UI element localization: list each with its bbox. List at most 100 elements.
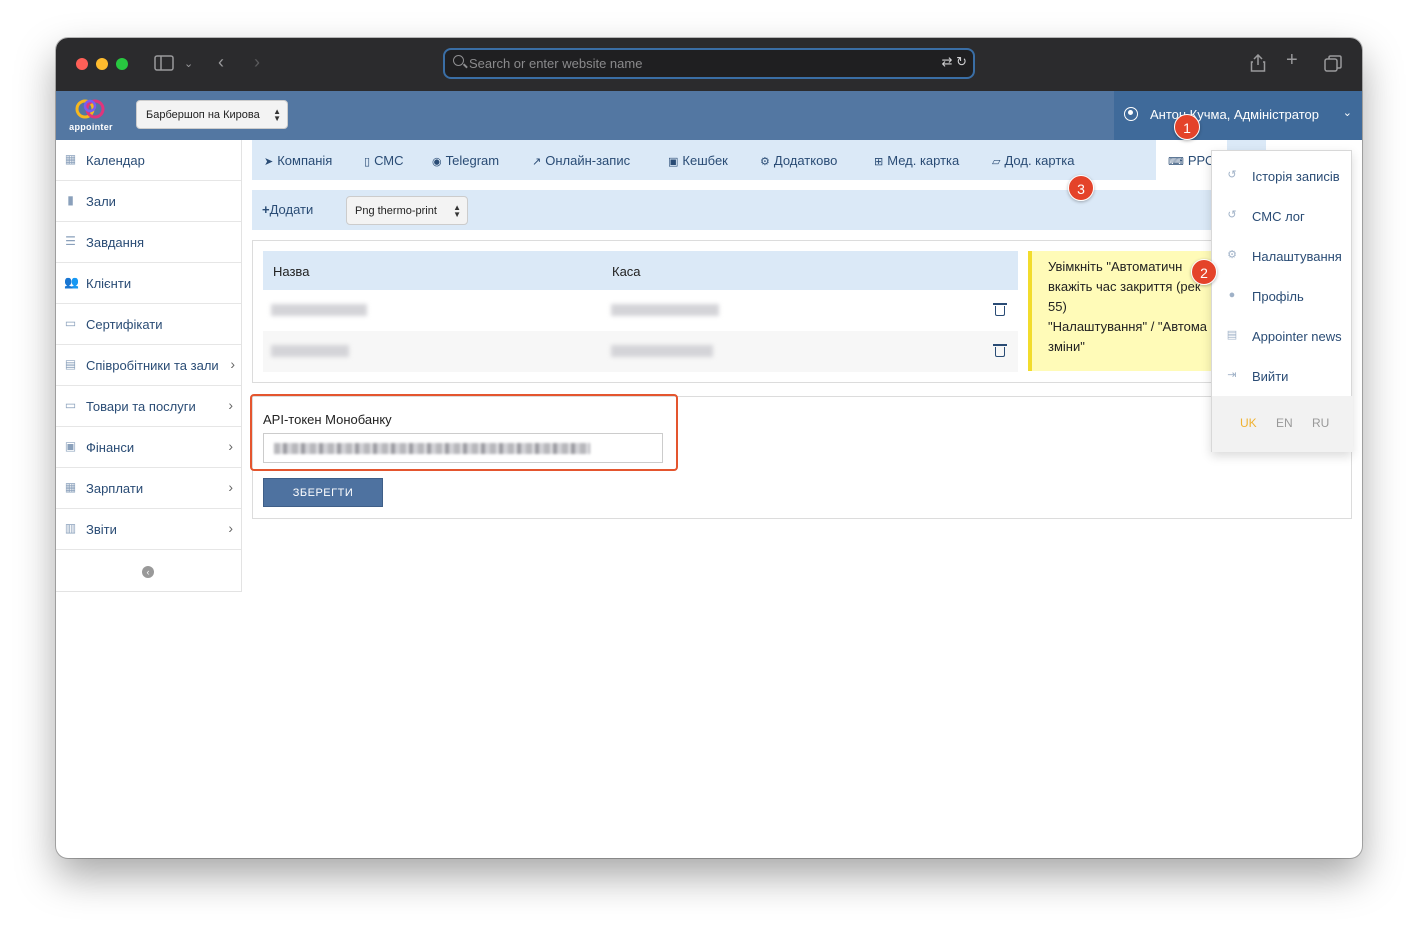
sidebar-item-certificates[interactable]: ▭ Сертифікати [56,304,241,345]
menu-item-label: Налаштування [1252,249,1342,264]
folder-open-icon: ▱ [992,156,1001,168]
tab-company[interactable]: ➤ Компанія [264,140,332,180]
tab-extra-card[interactable]: ▱ Дод. картка [992,140,1074,180]
branch-select[interactable]: Барбершоп на Кирова ▲ ▼ [136,100,288,129]
sidebar-toggle-icon[interactable] [154,55,174,75]
close-window-button[interactable] [76,58,88,70]
redacted-name: xxxx [271,345,349,357]
redacted-cashbox: xxxx [611,304,719,316]
menu-item-sms-log[interactable]: ↺ СМС лог [1212,196,1353,236]
info-notice: Увімкніть "Автоматичн вкажіть час закрит… [1028,251,1218,371]
table-header: Назва Каса [263,251,1018,290]
address-bar[interactable]: ⇄ ↻ [443,48,975,79]
sidebar-item-goods[interactable]: ▭ Товари та послуги › [56,386,241,427]
history-icon: ↺ [1227,209,1237,221]
sidebar-item-calendar[interactable]: ▦ Календар [56,140,241,181]
address-input[interactable] [469,53,909,73]
sidebar-item-label: Співробітники та зали [86,358,219,373]
tab-online-booking[interactable]: ↗ Онлайн-запис [532,140,630,180]
table-row[interactable]: xxxx xxxx [263,331,1018,372]
tab-label: Мед. картка [887,153,960,168]
tab-cashback[interactable]: ▣ Кешбек [668,140,728,180]
callout-badge-1: 1 [1174,114,1200,140]
collapse-sidebar-icon[interactable]: ‹ [142,566,154,578]
chevron-right-icon: › [228,397,233,413]
calculator-icon: ▦ [64,480,77,494]
settings-tabs: ➤ Компанія ▯ СМС ◉ Telegram ↗ Онлайн-запис ▣… [252,140,1266,180]
column-header-cashbox: Каса [612,264,641,279]
add-button-label: Додати [269,202,314,217]
plus-icon: + [262,202,270,217]
add-button[interactable]: +Додати [262,202,313,217]
tab-label: Онлайн-запис [545,153,631,168]
sidebar-item-halls[interactable]: ▮ Зали [56,181,241,222]
notice-line: "Налаштування" / "Автома [1048,319,1208,334]
gears-icon: ⚙ [1227,249,1237,261]
user-menu-toggle[interactable]: Антон Кучма, Адміністратор ⌄ [1114,91,1362,140]
chevron-down-icon: ⌄ [1342,107,1352,119]
forward-icon[interactable]: › [254,53,260,71]
chevron-right-icon: › [230,356,235,372]
table-row[interactable]: xxxx xxxx [263,290,1018,331]
menu-item-settings[interactable]: ⚙ Налаштування [1212,236,1353,276]
tab-telegram[interactable]: ◉ Telegram [432,140,499,180]
share-icon[interactable] [1250,53,1266,76]
select-arrows-icon: ▲ ▼ [273,107,281,123]
menu-item-news[interactable]: ▤ Appointer news [1212,316,1353,356]
mobile-icon: ▯ [364,156,371,168]
translate-icon[interactable]: ⇄ ↻ [942,54,967,70]
tab-sms[interactable]: ▯ СМС [364,140,404,180]
sidebar-item-label: Календар [86,153,145,168]
sidebar-item-finance[interactable]: ▣ Фінанси › [56,427,241,468]
new-tab-icon[interactable]: + [1286,50,1298,70]
trash-icon[interactable] [993,343,1007,357]
back-icon[interactable]: ‹ [218,53,224,71]
search-icon [453,55,464,66]
sidebar-item-salaries[interactable]: ▦ Зарплати › [56,468,241,509]
select-arrows-icon: ▲ ▼ [453,203,461,219]
user-icon: ● [1228,289,1236,301]
menu-item-label: СМС лог [1252,209,1305,224]
callout-badge-3: 3 [1068,175,1094,201]
minimize-window-button[interactable] [96,58,108,70]
menu-item-profile[interactable]: ● Профіль [1212,276,1353,316]
column-header-name: Назва [273,264,310,279]
money-icon: ▣ [64,439,77,453]
tab-label: Дод. картка [1004,153,1075,168]
tabs-overview-icon[interactable] [1324,55,1342,77]
tab-additional[interactable]: ⚙ Додатково [760,140,837,180]
sidebar-item-clients[interactable]: 👥 Клієнти [56,263,241,304]
tab-label: Telegram [445,153,500,168]
chevron-down-icon[interactable]: ⌄ [184,56,193,72]
money-icon: ▣ [668,156,679,168]
sidebar-item-tasks[interactable]: ☰ Завдання [56,222,241,263]
sidebar-item-reports[interactable]: ▥ Звіти › [56,509,241,550]
sidebar-item-label: Сертифікати [86,317,163,332]
trash-icon[interactable] [993,302,1007,316]
notice-line: 55) [1048,299,1067,314]
language-en[interactable]: EN [1276,416,1293,430]
tab-label: Додатково [773,153,838,168]
sidebar-item-label: Товари та послуги [86,399,196,414]
save-button[interactable]: ЗБЕРЕГТИ [263,478,383,507]
browser-toolbar: ⌄ ‹ › ⇄ ↻ + [56,38,1362,91]
menu-item-logout[interactable]: ⇥ Вийти [1212,356,1353,396]
history-icon: ↺ [1227,169,1237,181]
sidebar-item-employees[interactable]: ▤ Співробітники та зали › [56,345,241,386]
tab-med-card[interactable]: ⊞ Мед. картка [874,140,959,180]
appointer-logo[interactable]: appointer [64,96,118,136]
maximize-window-button[interactable] [116,58,128,70]
sidebar-item-label: Клієнти [86,276,132,291]
sidebar-item-label: Фінанси [86,440,135,455]
menu-item-history[interactable]: ↺ Історія записів [1212,156,1353,196]
bookmark-icon: ▮ [67,193,74,207]
plus-square-icon: ⊞ [874,156,884,168]
language-uk[interactable]: UK [1240,416,1257,430]
language-ru[interactable]: RU [1312,416,1329,430]
sidebar-item-label: Зарплати [86,481,144,496]
language-switcher: UK EN RU [1212,396,1353,452]
tab-label: Компанія [277,153,333,168]
sidebar-item-label: Зали [86,194,116,209]
printer-select[interactable]: Png thermo-print ▲ ▼ [346,196,468,225]
redacted-cashbox: xxxx [611,345,713,357]
